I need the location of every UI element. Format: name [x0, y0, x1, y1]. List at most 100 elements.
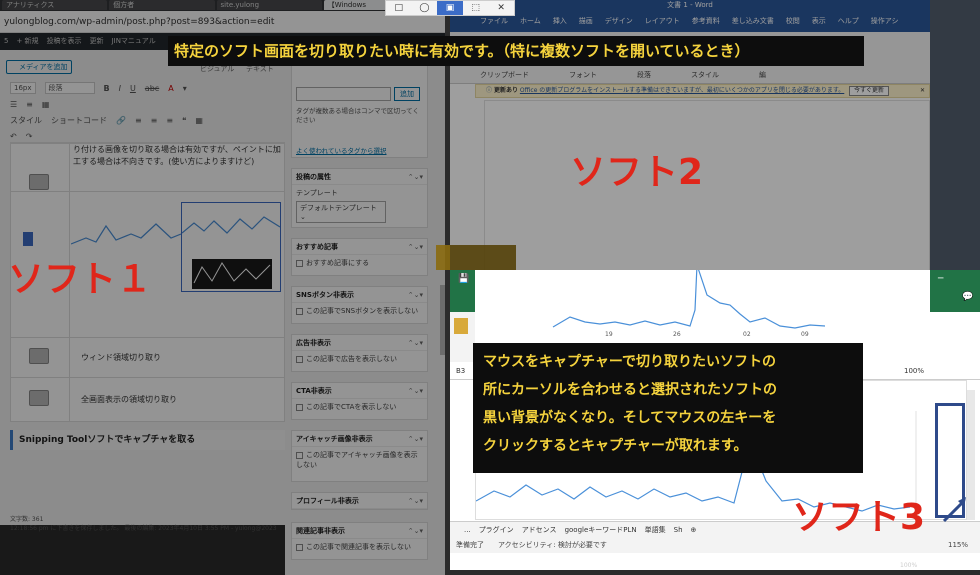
tag-input[interactable]: [296, 87, 391, 101]
quote-icon[interactable]: ❝: [182, 116, 186, 125]
tag-hint: タグが複数ある場合はコンマで区切ってください: [296, 107, 419, 124]
sheet-tab[interactable]: ...: [464, 522, 471, 537]
address-bar[interactable]: yulongblog.com/wp-admin/post.php?post=89…: [0, 11, 445, 33]
font-size-select[interactable]: 16px: [10, 82, 36, 94]
paragraph-select[interactable]: 段落: [44, 82, 95, 94]
sheet-tab[interactable]: 単語集: [645, 522, 666, 537]
style-select[interactable]: スタイル: [10, 115, 42, 126]
align-center-icon[interactable]: ≡: [151, 116, 158, 125]
minimize-icon[interactable]: ─: [938, 274, 943, 284]
sheet-tab[interactable]: アドセンス: [522, 522, 557, 537]
undo-icon[interactable]: ↶: [10, 132, 17, 141]
bullet-list-icon[interactable]: ☰: [10, 100, 17, 109]
box-checkbox[interactable]: この記事でCTAを表示しない: [292, 399, 427, 415]
italic-icon[interactable]: I: [119, 84, 121, 93]
post-sidebar: 追加 タグが複数ある場合はコンマで区切ってください よく使われているタグから選択…: [285, 50, 445, 575]
box-checkbox[interactable]: おすすめ記事にする: [292, 255, 427, 271]
redo-icon[interactable]: ↷: [26, 132, 33, 141]
comment-icon[interactable]: 💬: [962, 292, 973, 302]
word-tab[interactable]: 参考資料: [692, 16, 720, 26]
update-now-button[interactable]: 今すぐ更新: [848, 86, 889, 96]
template-select[interactable]: デフォルトテンプレート ⌄: [296, 201, 386, 223]
sheet-tab[interactable]: プラグイン: [479, 522, 514, 537]
word-tab[interactable]: ヘルプ: [838, 16, 859, 26]
accessibility-status[interactable]: アクセシビリティ: 検討が必要です: [498, 537, 607, 553]
update-text[interactable]: Office の更新プログラムをインストールする準備はできていますが、最初にいく…: [520, 87, 844, 94]
annotation-line: クリックするとキャプチャーが取れます。: [483, 438, 748, 454]
checkbox-icon: [296, 307, 303, 315]
table-row: 全画面表示の領域切り取り: [11, 377, 286, 423]
ribbon-group-label: 編: [759, 71, 766, 79]
window-snip-label: ウィンド領域切り取り: [81, 353, 161, 362]
page-scrollbar[interactable]: [440, 285, 445, 355]
box-checkbox[interactable]: この記事で広告を表示しない: [292, 351, 427, 367]
word-tab[interactable]: 表示: [812, 16, 826, 26]
shortcode-select[interactable]: ショートコード: [51, 115, 107, 126]
underline-icon[interactable]: U: [130, 84, 136, 93]
add-sheet-icon[interactable]: ⊕: [691, 522, 697, 537]
box-title[interactable]: SNSボタン非表示 ⌃⌄▾: [292, 287, 427, 303]
box-checkbox[interactable]: この記事でSNSボタンを表示しない: [292, 303, 427, 319]
browser-tab[interactable]: アナリティクス: [2, 0, 108, 10]
snipping-heading: Snipping Toolソフトでキャプチャを取る: [10, 430, 285, 450]
link-icon[interactable]: 🔗: [116, 116, 126, 125]
word-tab[interactable]: 操作アシ: [871, 16, 899, 26]
word-tab[interactable]: レイアウト: [645, 16, 680, 26]
box-title[interactable]: CTA非表示 ⌃⌄▾: [292, 383, 427, 399]
popular-tags-link[interactable]: よく使われているタグから選択: [296, 145, 386, 155]
paste-icon[interactable]: [454, 318, 468, 334]
word-tab[interactable]: デザイン: [605, 16, 633, 26]
bold-icon[interactable]: B: [104, 84, 110, 93]
post-attributes-title[interactable]: 投稿の属性 ⌃⌄▾: [292, 169, 427, 185]
box-title[interactable]: 広告非表示 ⌃⌄▾: [292, 335, 427, 351]
free-form-snip-icon: [29, 174, 49, 190]
box-checkbox[interactable]: この記事でアイキャッチ画像を表示しない: [292, 447, 427, 473]
rectangle-snip-icon[interactable]: □: [386, 1, 412, 15]
grid-icon[interactable]: ▦: [195, 116, 203, 125]
label-soft2: ソフト2: [570, 152, 704, 193]
word-tab[interactable]: 差し込み文書: [732, 16, 774, 26]
box-checkbox[interactable]: この記事で関連記事を表示しない: [292, 539, 427, 555]
char-count: 文字数: 361: [10, 516, 44, 523]
close-icon[interactable]: ✕: [488, 1, 514, 15]
box-title[interactable]: おすすめ記事 ⌃⌄▾: [292, 239, 427, 255]
cell-ref[interactable]: B3: [456, 367, 465, 375]
sheet-tab[interactable]: googleキーワードPLN: [565, 522, 637, 537]
align-left-icon[interactable]: ≡: [135, 116, 142, 125]
add-media-button[interactable]: メディアを追加: [6, 60, 72, 74]
box-title[interactable]: プロフィール非表示 ⌃⌄▾: [292, 493, 427, 509]
window-snip-icon[interactable]: ▣: [437, 1, 463, 15]
fullscreen-snip-icon[interactable]: ⬚: [463, 1, 489, 15]
wp-bar-new[interactable]: + 新規: [16, 33, 38, 50]
browser-tab[interactable]: site.yulong: [216, 0, 322, 10]
save-icon[interactable]: 💾: [458, 274, 469, 284]
wp-bar-view-post[interactable]: 投稿を表示: [47, 33, 82, 50]
background-color-icon[interactable]: ▾: [183, 84, 187, 93]
browser-tab[interactable]: 個方者: [109, 0, 215, 10]
zoom-level[interactable]: 115%: [948, 537, 980, 553]
wp-bar-comments[interactable]: 5: [4, 33, 8, 50]
close-icon[interactable]: ✕: [920, 85, 925, 97]
freeform-snip-icon[interactable]: ◯: [412, 1, 438, 15]
numbered-list-icon[interactable]: ≡: [26, 100, 33, 109]
strikethrough-icon[interactable]: abc: [145, 84, 159, 93]
box-title[interactable]: 関連記事非表示 ⌃⌄▾: [292, 523, 427, 539]
text-color-icon[interactable]: A: [168, 84, 173, 93]
label-soft3: ソフト3: [792, 497, 926, 538]
word-tab[interactable]: ホーム: [520, 16, 541, 26]
word-tab[interactable]: 挿入: [553, 16, 567, 26]
thumbnail-screenshot: [181, 202, 281, 292]
box-title[interactable]: アイキャッチ画像非表示 ⌃⌄▾: [292, 431, 427, 447]
table-icon[interactable]: ▦: [42, 100, 50, 109]
align-right-icon[interactable]: ≡: [166, 116, 173, 125]
word-tab[interactable]: 校閲: [786, 16, 800, 26]
toggle-arrows-icon: ⌃⌄▾: [407, 243, 423, 251]
wp-bar-jin-manual[interactable]: JINマニュアル: [112, 33, 156, 50]
editor-toolbar-row-2: ☰ ≡ ▦: [10, 97, 280, 111]
tag-add-button[interactable]: 追加: [394, 87, 420, 101]
wp-bar-update[interactable]: 更新: [90, 33, 104, 50]
word-tab[interactable]: ファイル: [480, 16, 508, 26]
sheet-tab[interactable]: Sh: [674, 522, 683, 537]
toggle-arrows-icon: ⌃⌄▾: [407, 339, 423, 347]
word-tab[interactable]: 描画: [579, 16, 593, 26]
